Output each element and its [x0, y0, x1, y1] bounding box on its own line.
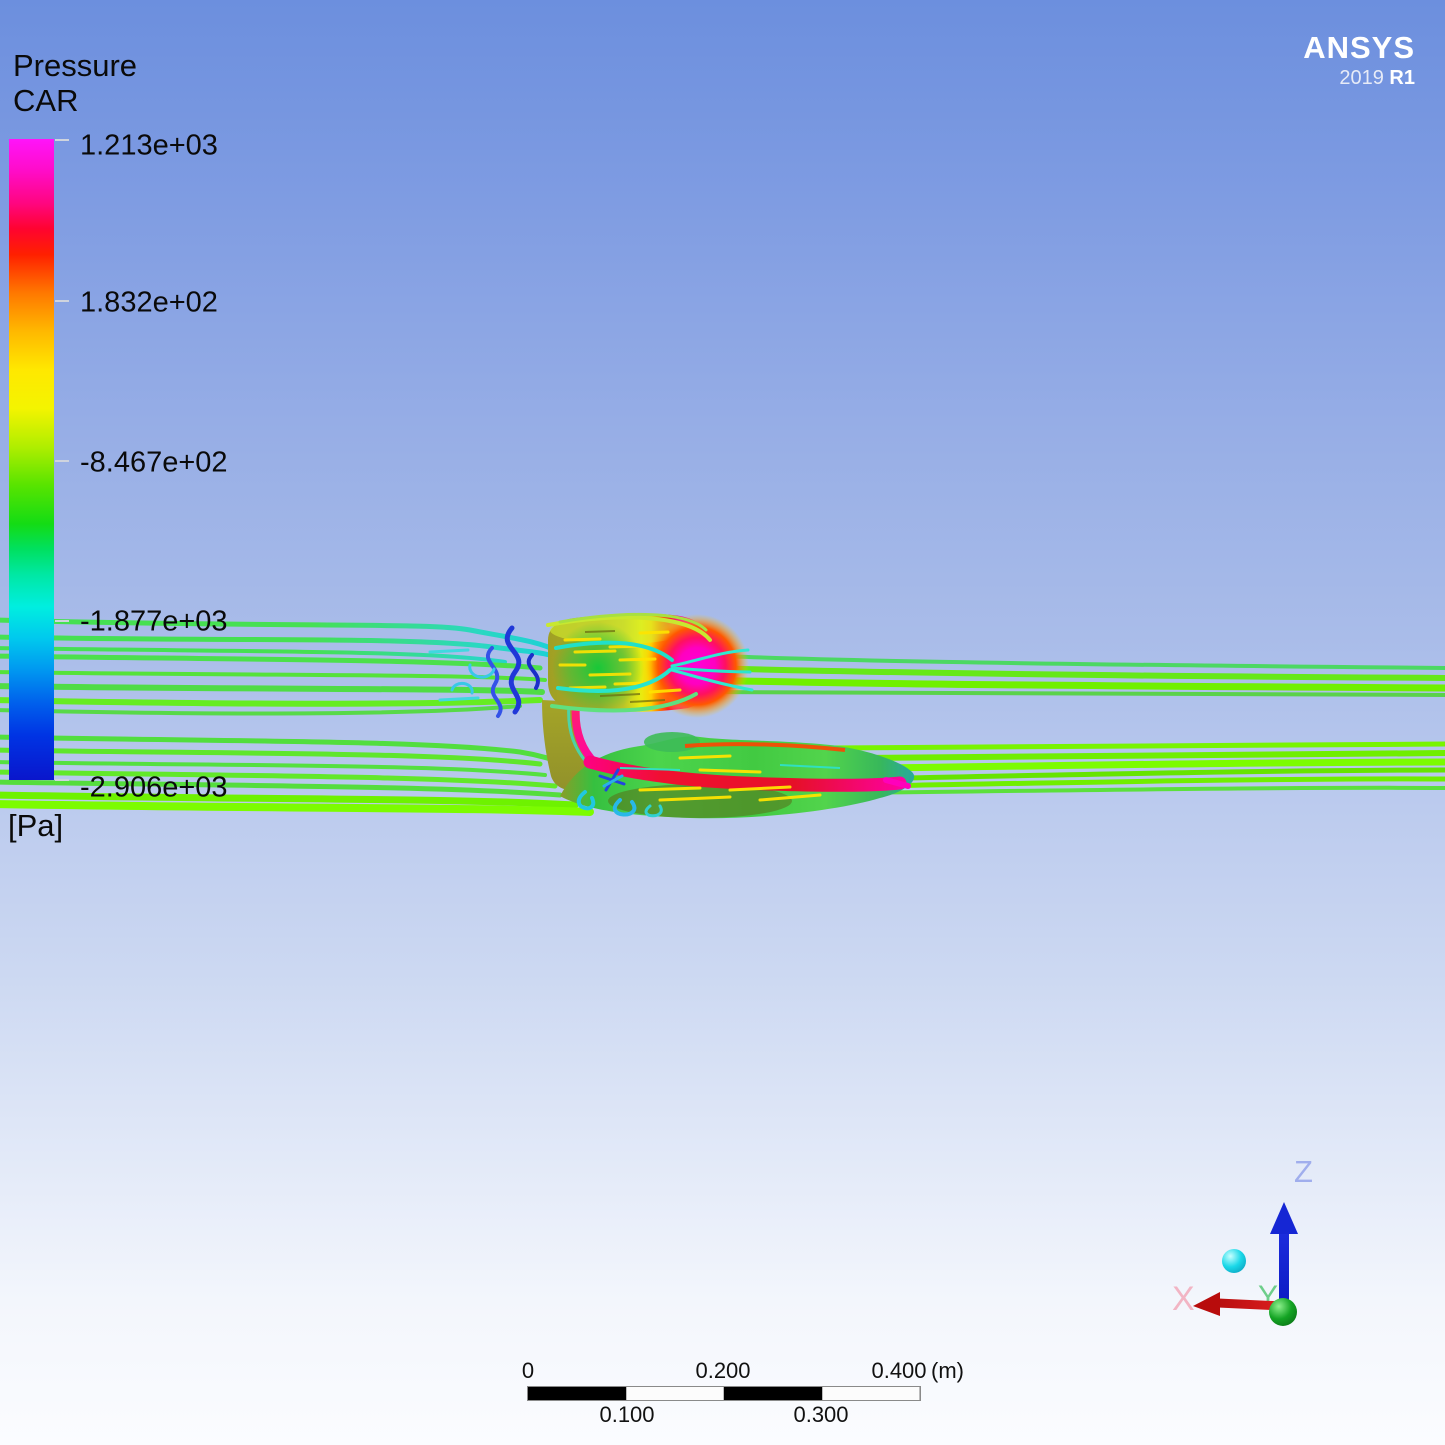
ruler-segment: [724, 1387, 822, 1400]
axis-marker-sphere: [1222, 1249, 1246, 1273]
ruler-segment: [822, 1387, 920, 1400]
legend-value: -2.906e+03: [80, 772, 228, 805]
ruler-label: 0: [522, 1358, 534, 1384]
axis-x-arrowhead: [1193, 1292, 1220, 1316]
legend-value: -1.877e+03: [80, 606, 228, 639]
legend-title: Pressure: [13, 48, 137, 84]
ansys-logo: ANSYS 2019 R1: [1303, 32, 1415, 90]
ansys-logo-version: 2019 R1: [1303, 67, 1415, 90]
ansys-version-release: R1: [1389, 67, 1415, 89]
axis-origin-sphere: [1269, 1298, 1297, 1326]
legend-value: 1.832e+02: [80, 287, 218, 320]
ruler-label: 0.400: [871, 1358, 926, 1384]
streamlines-wake-lower: [830, 744, 1445, 793]
ruler-label: 0.200: [695, 1358, 750, 1384]
legend-tick: [55, 779, 69, 781]
ansys-version-year: 2019: [1339, 67, 1384, 89]
legend-value: 1.213e+03: [80, 130, 218, 163]
pressure-legend: Pressure CAR 1.213e+03 1.832e+02 -8.467e…: [0, 0, 320, 860]
ruler-segment: [528, 1387, 626, 1400]
ansys-logo-brand: ANSYS: [1303, 32, 1415, 65]
streamlines-wake-upper: [698, 655, 1445, 695]
axis-x-label: X: [1172, 1280, 1195, 1318]
ruler-label: 0.300: [793, 1402, 848, 1428]
legend-tick: [55, 300, 69, 302]
legend-tick: [55, 139, 69, 141]
axis-z-label: Z: [1294, 1154, 1313, 1189]
scale-ruler: [527, 1386, 921, 1401]
legend-value: -8.467e+02: [80, 447, 228, 480]
car-model: [542, 614, 914, 818]
legend-subtitle: CAR: [13, 83, 78, 119]
legend-tick: [55, 620, 69, 622]
ruler-label: 0.100: [599, 1402, 654, 1428]
legend-unit: [Pa]: [8, 808, 63, 844]
ruler-unit: (m): [931, 1358, 964, 1384]
viewport-3d[interactable]: Y Z X Pressure CAR 1.213e+03 1.832e+02 -…: [0, 0, 1445, 1445]
axis-triad[interactable]: Y Z X: [1172, 1154, 1313, 1326]
legend-colorbar: [9, 139, 54, 780]
legend-tick: [55, 460, 69, 462]
axis-z-arrowhead: [1270, 1202, 1298, 1234]
ruler-segment: [626, 1387, 724, 1400]
